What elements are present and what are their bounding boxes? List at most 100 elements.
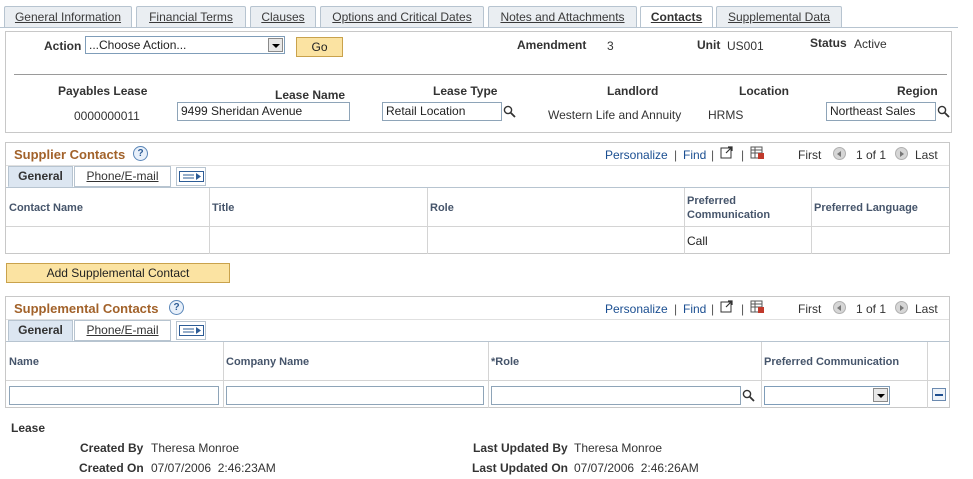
created-on-label: Created On	[79, 461, 144, 475]
supplier-contacts-grid: Supplier Contacts ? Personalize | Find |…	[5, 142, 950, 254]
tab-options-critical-dates[interactable]: Options and Critical Dates	[320, 6, 484, 28]
supplemental-subtab-phone-email[interactable]: Phone/E-mail	[74, 320, 171, 341]
go-button[interactable]: Go	[296, 37, 343, 57]
lease-type-field[interactable]: Retail Location	[382, 102, 502, 121]
grid-column-divider	[209, 188, 210, 254]
tab-general-information[interactable]: General Information	[4, 6, 132, 28]
col-header-company-name: Company Name	[226, 356, 310, 368]
lease-section-label: Lease	[11, 421, 46, 435]
supplier-subtab-phone-email[interactable]: Phone/E-mail	[74, 166, 171, 187]
show-all-columns-icon	[179, 171, 204, 182]
personalize-link[interactable]: Personalize	[605, 148, 668, 162]
grid-column-divider	[811, 188, 812, 254]
tab-notes-attachments[interactable]: Notes and Attachments	[488, 6, 637, 28]
status-label: Status	[810, 36, 847, 50]
help-icon[interactable]: ?	[133, 146, 148, 161]
download-spreadsheet-icon[interactable]	[750, 300, 764, 313]
tab-label: Contacts	[650, 10, 703, 24]
lease-name-field[interactable]: 9499 Sheridan Avenue	[177, 102, 350, 121]
tab-label: Notes and Attachments	[500, 10, 625, 24]
grid-row-divider	[6, 226, 949, 227]
grid-column-divider	[427, 188, 428, 254]
subtab-label: Phone/E-mail	[86, 169, 159, 183]
created-on-value: 07/07/2006 2:46:23AM	[151, 461, 276, 475]
separator: |	[674, 148, 678, 162]
show-all-columns-tab[interactable]	[176, 167, 206, 186]
separator: |	[741, 148, 745, 162]
chevron-down-icon	[873, 388, 888, 402]
tab-label: Clauses	[261, 10, 305, 24]
tab-supplemental-data[interactable]: Supplemental Data	[716, 6, 842, 28]
grid-column-divider	[223, 342, 224, 408]
col-header-title: Title	[212, 202, 235, 214]
supplier-subtab-general[interactable]: General	[8, 166, 73, 187]
amendment-label: Amendment	[517, 38, 587, 52]
grid-column-divider	[488, 342, 489, 408]
previous-arrow-icon[interactable]	[833, 301, 846, 314]
unit-label: Unit	[697, 38, 721, 52]
action-select[interactable]: ...Choose Action...	[85, 36, 285, 54]
status-value: Active	[854, 37, 887, 51]
supplemental-subtab-general[interactable]: General	[8, 320, 73, 341]
supplier-contacts-header: Supplier Contacts ? Personalize | Find |…	[6, 143, 949, 166]
tab-financial-terms[interactable]: Financial Terms	[136, 6, 246, 28]
download-spreadsheet-icon[interactable]	[750, 146, 764, 159]
location-label: Location	[739, 84, 789, 98]
page-tabbar: General Information Financial Terms Clau…	[0, 0, 973, 28]
role-search-icon[interactable]	[742, 389, 755, 402]
subtab-underline	[6, 341, 949, 342]
region-field[interactable]: Northeast Sales	[826, 102, 936, 121]
landlord-label: Landlord	[607, 84, 659, 98]
previous-arrow-icon[interactable]	[833, 147, 846, 160]
first-label: First	[798, 148, 822, 162]
location-value: HRMS	[708, 108, 744, 122]
supplemental-name-input[interactable]	[9, 386, 219, 405]
region-search-icon[interactable]	[937, 105, 950, 118]
col-header-name: Name	[9, 356, 39, 368]
lease-type-label: Lease Type	[433, 84, 498, 98]
tab-contacts[interactable]: Contacts	[640, 6, 713, 28]
separator: |	[674, 302, 678, 316]
landlord-value: Western Life and Annuity	[548, 108, 682, 122]
help-icon[interactable]: ?	[169, 300, 184, 315]
supplemental-company-input[interactable]	[226, 386, 484, 405]
subtab-label: Phone/E-mail	[86, 323, 159, 337]
first-label: First	[798, 302, 822, 316]
next-arrow-icon[interactable]	[895, 147, 908, 160]
tab-label: General Information	[14, 10, 122, 24]
add-supplemental-contact-button[interactable]: Add Supplemental Contact	[6, 263, 230, 283]
created-by-label: Created By	[80, 441, 144, 455]
col-header-contact-name: Contact Name	[9, 202, 83, 214]
col-header-role: *Role	[491, 356, 520, 368]
grid-column-divider	[761, 342, 762, 408]
supplemental-preferred-communication-select[interactable]	[764, 386, 890, 405]
last-label: Last	[915, 148, 938, 162]
grid-column-divider	[684, 188, 685, 254]
amendment-value: 3	[607, 39, 614, 53]
find-link[interactable]: Find	[683, 302, 706, 316]
row-range: 1 of 1	[856, 148, 887, 162]
grid-row-divider	[6, 380, 949, 381]
last-label: Last	[915, 302, 938, 316]
subtab-underline	[6, 187, 949, 188]
separator: |	[711, 148, 715, 162]
view-all-icon[interactable]	[720, 300, 734, 313]
last-updated-on-label: Last Updated On	[472, 461, 569, 475]
delete-row-icon[interactable]	[932, 388, 946, 401]
next-arrow-icon[interactable]	[895, 301, 908, 314]
supplemental-role-input[interactable]	[491, 386, 741, 405]
payables-lease-value: 0000000011	[74, 109, 140, 123]
payables-lease-label: Payables Lease	[58, 84, 148, 98]
personalize-link[interactable]: Personalize	[605, 302, 668, 316]
lease-type-search-icon[interactable]	[503, 105, 516, 118]
tab-clauses[interactable]: Clauses	[250, 6, 316, 28]
view-all-icon[interactable]	[720, 146, 734, 159]
row-range: 1 of 1	[856, 302, 887, 316]
show-all-columns-icon	[179, 325, 204, 336]
action-label: Action	[44, 39, 82, 53]
preferred-communication-cell: Call	[687, 234, 708, 248]
supplier-contacts-title: Supplier Contacts	[14, 147, 126, 162]
show-all-columns-tab[interactable]	[176, 321, 206, 340]
find-link[interactable]: Find	[683, 148, 706, 162]
last-updated-by-label: Last Updated By	[473, 441, 568, 455]
